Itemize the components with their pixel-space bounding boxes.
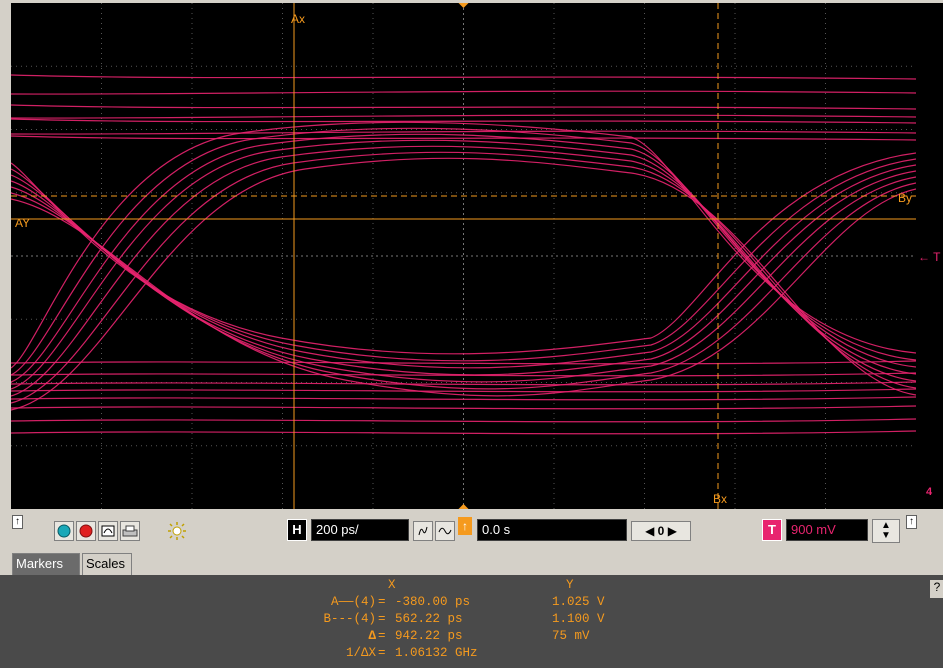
stop-icon bbox=[79, 524, 93, 538]
marker-ay-label: AY bbox=[15, 216, 31, 230]
trigger-level-field[interactable]: 900 mV bbox=[786, 519, 868, 541]
delay-reference-bottom-icon bbox=[458, 504, 469, 509]
trigger-up-arrow-icon[interactable]: ↑ bbox=[906, 515, 917, 529]
readout-label-delta: Δ bbox=[368, 629, 376, 643]
left-gutter bbox=[0, 3, 11, 509]
delay-reference-icon[interactable]: ↑ bbox=[458, 517, 472, 535]
wave-button[interactable] bbox=[435, 521, 455, 541]
waveform-trace bbox=[11, 114, 916, 119]
marker-readout-panel: X Y A——(4) = -380.00 ps 1.025 V B---(4) … bbox=[0, 575, 943, 668]
run-icon bbox=[57, 524, 71, 538]
tab-scales[interactable]: Scales bbox=[82, 553, 132, 575]
fine-coarse-button[interactable] bbox=[413, 521, 433, 541]
readout-b-x: 562.22 ps bbox=[395, 612, 463, 626]
marker-by-label: By bbox=[898, 191, 913, 205]
readout-delta-y: 75 mV bbox=[552, 629, 590, 643]
readout-b-y: 1.100 V bbox=[552, 612, 605, 626]
waveform-trace bbox=[11, 430, 916, 435]
readout-eq: = bbox=[378, 629, 386, 643]
wave-icon bbox=[438, 527, 452, 535]
channel-ground-marker[interactable]: 4 bbox=[926, 486, 932, 498]
fine-icon bbox=[418, 526, 428, 536]
readout-x-header: X bbox=[388, 578, 396, 592]
left-arrow-icon[interactable]: ◀ bbox=[645, 524, 654, 538]
delay-reference-top-icon bbox=[458, 3, 469, 8]
eye-diagram bbox=[11, 3, 916, 509]
trigger-level-marker[interactable]: ← T bbox=[918, 250, 940, 264]
readout-label-a: A——(4) bbox=[330, 595, 376, 609]
tab-markers[interactable]: Markers bbox=[12, 553, 80, 575]
readout-a-y: 1.025 V bbox=[552, 595, 605, 609]
marker-ax-label: Ax bbox=[291, 12, 306, 26]
right-arrow-icon[interactable]: ▶ bbox=[668, 524, 677, 538]
trigger-spinner[interactable]: ▲ ▼ bbox=[872, 519, 900, 543]
print-button[interactable] bbox=[120, 521, 140, 541]
printer-icon bbox=[122, 525, 138, 537]
stop-button[interactable] bbox=[76, 521, 96, 541]
waveform-display[interactable]: Ax Bx AY By bbox=[11, 3, 916, 509]
up-arrow-icon[interactable]: ↑ bbox=[12, 515, 23, 529]
delay-field[interactable]: 0.0 s bbox=[477, 519, 627, 541]
timebase-field[interactable]: 200 ps/ bbox=[311, 519, 409, 541]
autoscale-button[interactable] bbox=[167, 521, 187, 541]
help-button[interactable]: ? bbox=[930, 580, 943, 598]
trigger-label[interactable]: T bbox=[762, 519, 782, 541]
readout-a-x: -380.00 ps bbox=[395, 595, 471, 609]
delay-nav[interactable]: ◀ 0 ▶ bbox=[631, 521, 691, 541]
single-button[interactable] bbox=[98, 521, 118, 541]
waveform-trace bbox=[11, 405, 916, 410]
readout-eq: = bbox=[378, 612, 386, 626]
spin-down-icon[interactable]: ▼ bbox=[881, 531, 891, 541]
nav-value: 0 bbox=[657, 524, 665, 538]
control-bar: ↑ H 200 ps/ ↑ 0.0 s ◀ 0 ▶ T 900 mV ▲ ▼ ↑ bbox=[0, 511, 943, 551]
readout-label-b: B---(4) bbox=[323, 612, 376, 626]
readout-delta-x: 942.22 ps bbox=[395, 629, 463, 643]
run-button[interactable] bbox=[54, 521, 74, 541]
timebase-label[interactable]: H bbox=[287, 519, 307, 541]
readout-eq: = bbox=[378, 646, 386, 660]
readout-eq: = bbox=[378, 595, 386, 609]
single-shot-icon bbox=[101, 525, 115, 537]
readout-y-header: Y bbox=[566, 578, 574, 592]
readout-inv-delta-x: 1.06132 GHz bbox=[395, 646, 478, 660]
readout-label-inv-delta: 1/ΔX bbox=[345, 646, 376, 660]
sun-icon bbox=[168, 522, 186, 540]
marker-bx-label: Bx bbox=[713, 492, 728, 506]
